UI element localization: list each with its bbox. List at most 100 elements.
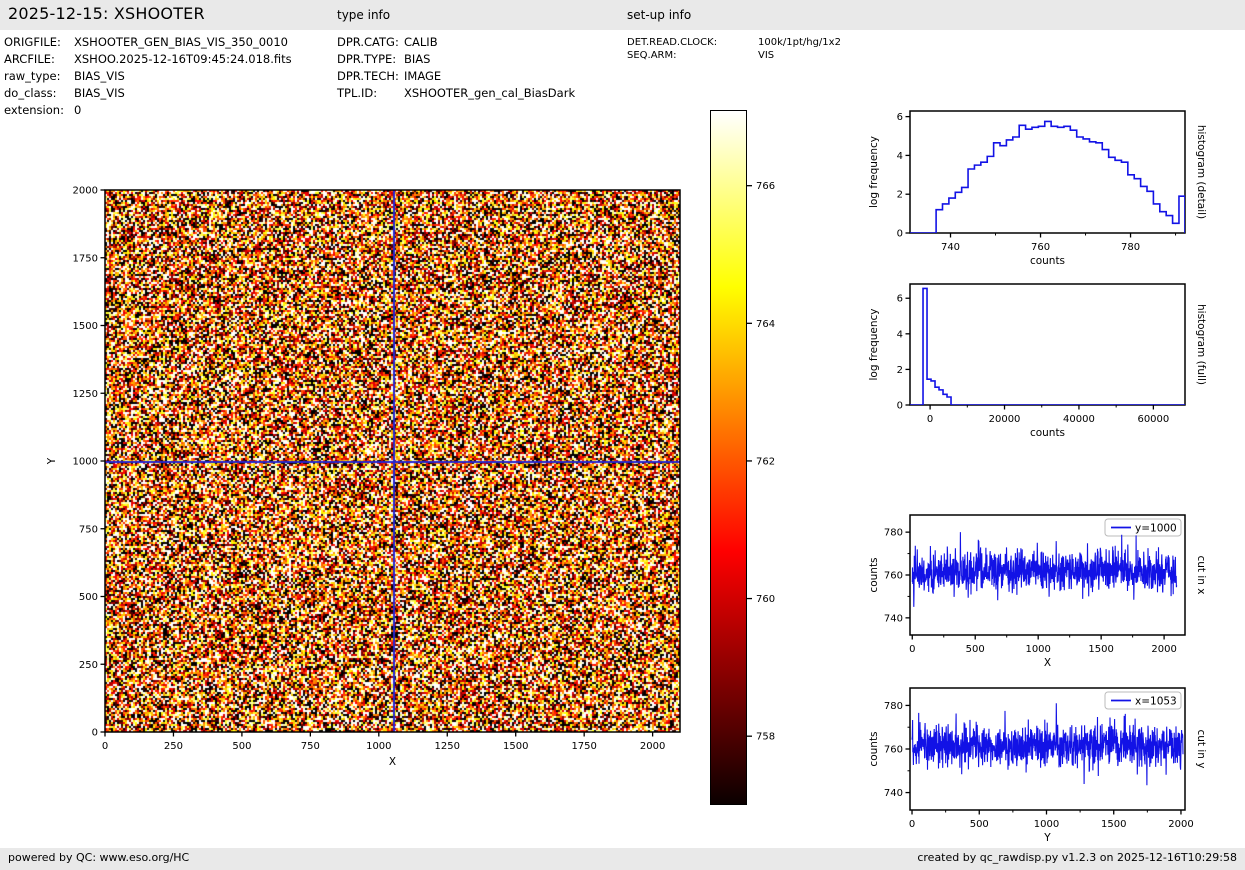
meta-value: BIAS_VIS [74,69,125,83]
x-tick-label: 500 [966,644,985,655]
cut-x-plot: 0500100015002000740760780Xcountscut in x… [868,515,1207,669]
meta-row: DPR.TYPE:BIAS [337,52,575,69]
x-tick-label: 1750 [571,741,596,752]
x-tick-label: 0 [102,741,108,752]
right-axis-title: cut in y [1195,729,1207,768]
colorbar-tick-label: 762 [756,456,775,467]
x-tick-label: 0 [909,819,915,830]
x-tick-label: 1000 [1034,819,1059,830]
cut-profile-line [912,703,1183,785]
y-tick-label: 2000 [73,186,98,197]
meta-value: XSHOOTER_GEN_BIAS_VIS_350_0010 [74,35,288,49]
legend-label: y=1000 [1135,523,1177,535]
colorbar-tick-label: 760 [756,594,775,605]
meta-label: DPR.TYPE: [337,52,404,66]
x-tick-label: 2000 [1168,819,1193,830]
meta-label: ARCFILE: [4,52,74,66]
x-axis-label: X [1044,657,1051,669]
y-tick-label: 0 [897,229,903,240]
x-axis-label: counts [1030,427,1065,439]
histogram-step-line [910,121,1185,233]
colorbar-tick-label: 764 [756,319,775,330]
legend-box [1105,519,1181,536]
y-tick-label: 6 [897,294,903,305]
y-axis-label: log frequency [868,136,880,208]
meta-value: XSHOO.2025-12-16T09:45:24.018.fits [74,52,292,66]
y-tick-label: 1000 [73,457,98,468]
setup-info-panel: DET.READ.CLOCK:100k/1pt/hg/1x2 SEQ.ARM:VI… [627,37,841,63]
meta-row: DPR.CATG:CALIB [337,35,575,52]
cut-profile-line [912,532,1176,607]
setup-info-section-label: set-up info [627,8,691,22]
meta-row: raw_type:BIAS_VIS [4,69,292,86]
histogram-step-line [910,288,1185,405]
page-title: 2025-12-15: XSHOOTER [8,4,205,23]
y-tick-label: 740 [884,613,903,624]
meta-value: BIAS_VIS [74,86,125,100]
bias-image-canvas [105,190,680,732]
y-tick-label: 740 [884,788,903,799]
x-tick-label: 760 [1031,242,1050,253]
x-tick-label: 20000 [989,414,1021,425]
meta-row: ORIGFILE:XSHOOTER_GEN_BIAS_VIS_350_0010 [4,35,292,52]
meta-label: TPL.ID: [337,86,404,100]
y-axis-label: Y [46,457,58,465]
meta-label: DPR.CATG: [337,35,404,49]
colorbar-gradient [710,110,747,805]
meta-value: 100k/1pt/hg/1x2 [758,37,841,48]
y-tick-label: 2 [897,365,903,376]
meta-row: TPL.ID:XSHOOTER_gen_cal_BiasDark [337,86,575,103]
histogram-full-plot: 02000040000600000246countslog frequencyh… [868,284,1207,439]
right-axis-title: histogram (detail) [1195,125,1207,219]
colorbar-axis: 758 760 762 764 766 [747,181,775,742]
cut-y-plot: 0 500 1000 1500 2000 740 760 780 Ycounts cut in y… [868,688,1207,844]
y-axis-label: counts [868,557,880,592]
meta-value: XSHOOTER_gen_cal_BiasDark [404,86,575,100]
x-tick-label: 40000 [1063,414,1095,425]
footer-created-by: created by qc_rawdisp.py v1.2.3 on 2025-… [917,851,1237,864]
file-info-panel: ORIGFILE:XSHOOTER_GEN_BIAS_VIS_350_0010A… [4,35,292,120]
x-tick-label: 0 [909,644,915,655]
x-tick-label: 780 [1121,242,1140,253]
y-axis-label: counts [868,731,880,766]
meta-label: ORIGFILE: [4,35,74,49]
y-tick-label: 780 [884,701,903,712]
meta-label: raw_type: [4,69,74,83]
type-info-panel: DPR.CATG:CALIBDPR.TYPE:BIASDPR.TECH:IMAG… [337,35,575,103]
x-tick-label: 2000 [1151,644,1176,655]
x-axis-label: counts [1030,255,1065,267]
meta-value: IMAGE [404,69,441,83]
y-tick-label: 250 [79,660,98,671]
meta-row: SEQ.ARM:VIS [627,50,841,63]
x-tick-label: 2000 [640,741,665,752]
y-tick-label: 0 [92,728,98,739]
colorbar-tick-label: 758 [756,732,775,743]
legend-label: x=1053 [1135,696,1177,708]
y-tick-label: 4 [897,329,903,340]
legend-box [1105,692,1181,709]
footer-powered-by: powered by QC: www.eso.org/HC [8,851,189,864]
y-tick-label: 760 [884,745,903,756]
x-tick-label: 1500 [1101,819,1126,830]
y-tick-label: 6 [897,112,903,123]
y-tick-label: 760 [884,571,903,582]
y-tick-label: 1750 [73,253,98,264]
y-tick-label: 500 [79,592,98,603]
meta-label: extension: [4,103,74,117]
colorbar-tick-label: 766 [756,181,775,192]
meta-value: CALIB [404,35,438,49]
meta-row: DPR.TECH:IMAGE [337,69,575,86]
meta-label: DPR.TECH: [337,69,404,83]
meta-value: VIS [758,50,774,61]
x-tick-label: 60000 [1137,414,1169,425]
meta-value: 0 [74,103,81,117]
y-tick-label: 1500 [73,321,98,332]
meta-label: do_class: [4,86,74,100]
x-tick-label: 500 [970,819,989,830]
x-tick-label: 750 [301,741,320,752]
x-axis-label: Y [1043,832,1051,844]
right-axis-title: cut in x [1195,555,1207,594]
meta-label: DET.READ.CLOCK: [627,37,758,48]
x-tick-label: 250 [164,741,183,752]
x-tick-label: 1250 [435,741,460,752]
